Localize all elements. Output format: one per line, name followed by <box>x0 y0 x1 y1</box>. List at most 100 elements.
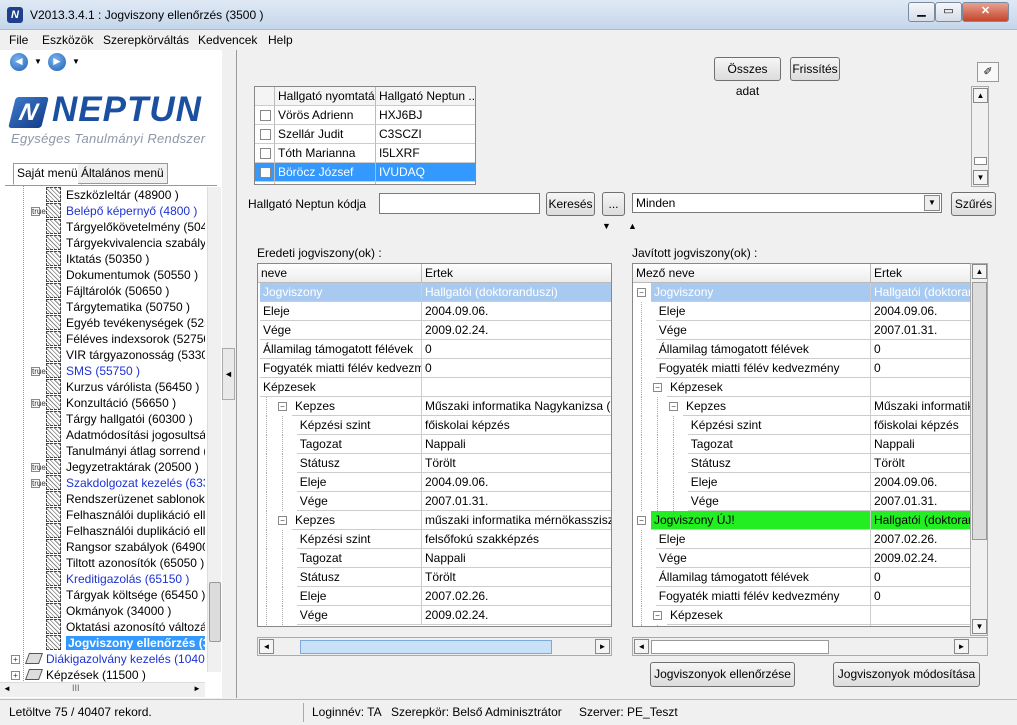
tree-vertical-scrollbar[interactable] <box>207 187 221 672</box>
chevron-down-icon[interactable]: ▼ <box>924 195 940 211</box>
tree-item[interactable]: Felhasználói duplikáció ellenő <box>5 507 205 523</box>
row-checkbox-cell[interactable] <box>255 182 275 184</box>
field-value-cell[interactable]: 2004.09.06. <box>871 302 971 321</box>
field-name-cell[interactable]: Államilag támogatott félévek <box>655 340 871 359</box>
field-value-cell[interactable] <box>422 378 611 397</box>
field-name-cell[interactable]: Képzesek <box>260 378 422 397</box>
corrected-grid-horizontal-scrollbar[interactable]: ◄ ► <box>632 637 988 656</box>
tree-scroll-thumb[interactable] <box>209 582 221 642</box>
field-value-cell[interactable]: 2004.09.06. <box>422 473 611 492</box>
field-name-cell[interactable]: Jogviszony <box>260 283 422 302</box>
tree-item[interactable]: Dokumentumok (50550 ) <box>5 267 205 283</box>
field-value-cell[interactable] <box>871 378 971 397</box>
neptun-code-cell[interactable]: IVUDAQ <box>376 163 475 182</box>
field-name-cell[interactable]: Vége <box>296 606 422 625</box>
field-value-cell[interactable]: főiskolai képzés <box>871 416 971 435</box>
field-name-cell[interactable]: Vége <box>687 492 871 511</box>
tree-item[interactable]: VIR tárgyazonosság (53300 ) <box>5 347 205 363</box>
scroll-right-icon[interactable]: ► <box>595 639 610 654</box>
grid-row[interactable]: Képzési szint főiskolai képzés <box>633 416 987 435</box>
grid-row[interactable]: Államilag támogatott félévek 0 <box>258 340 611 359</box>
tree-item[interactable]: Tárgy hallgatói (60300 ) <box>5 411 205 427</box>
frissites-button[interactable]: Frissítés <box>790 57 840 81</box>
field-value-cell[interactable]: műszaki informatika <box>871 625 971 626</box>
student-name-cell[interactable]: Tóth Marianna <box>275 144 376 163</box>
collapse-icon[interactable]: − <box>637 516 646 525</box>
back-arrow-icon[interactable]: ◄ <box>10 53 28 71</box>
tree-item[interactable]: Rangsor szabályok (64900 ) <box>5 539 205 555</box>
scroll-grip-icon[interactable]: III <box>72 683 80 693</box>
osszes-adat-button[interactable]: Összes adat <box>714 57 781 98</box>
filter-select[interactable]: Minden ▼ <box>632 193 942 213</box>
expand-icon[interactable]: true <box>31 207 46 216</box>
szures-button[interactable]: Szűrés <box>951 192 996 216</box>
student-table-scrollbar[interactable]: ▲ ▼ <box>971 86 989 187</box>
row-checkbox-cell[interactable] <box>255 125 275 144</box>
collapse-panel-button[interactable]: ◄ <box>222 348 235 400</box>
field-value-cell[interactable]: Törölt <box>871 454 971 473</box>
row-checkbox-cell[interactable] <box>255 144 275 163</box>
grid-row[interactable]: Eleje 2004.09.06. <box>258 302 611 321</box>
field-value-cell[interactable]: Hallgatói (doktorand <box>871 511 971 530</box>
menu-szerepkorvaltas[interactable]: Szerepkörváltás <box>103 33 189 47</box>
scroll-down-icon[interactable]: ▼ <box>972 619 987 634</box>
grid-row[interactable]: − Jogviszony ÚJ! Hallgatói (doktorand <box>633 511 987 530</box>
grid-row[interactable]: Eleje 2004.09.06. <box>633 302 987 321</box>
row-checkbox-cell[interactable] <box>255 163 275 182</box>
field-value-cell[interactable]: 0 <box>871 340 971 359</box>
tree-item[interactable]: Adatmódosítási jogosultságok <box>5 427 205 443</box>
scroll-up-icon[interactable]: ▲ <box>972 264 987 279</box>
field-value-cell[interactable]: 2007.02.26. <box>422 587 611 606</box>
field-name-cell[interactable]: Tagozat <box>296 435 422 454</box>
grid-row[interactable]: − Kepzes Műszaki informatika Nagykanizsa (… <box>258 397 611 416</box>
scroll-thumb[interactable] <box>300 640 552 654</box>
student-name-cell[interactable]: Szellár Judit <box>275 125 376 144</box>
field-value-cell[interactable]: 0 <box>871 359 971 378</box>
field-value-cell[interactable]: főiskolai képzés <box>422 416 611 435</box>
field-value-cell[interactable]: 2007.01.31. <box>871 492 971 511</box>
tree-item[interactable]: true Konzultáció (56650 ) <box>5 395 205 411</box>
field-value-cell[interactable]: Nappali <box>422 549 611 568</box>
grid-row[interactable]: Tagozat Nappali <box>258 549 611 568</box>
tree-item[interactable]: Kurzus várólista (56450 ) <box>5 379 205 395</box>
field-name-cell[interactable]: Fogyaték miatti félév kedvezmény <box>260 359 422 378</box>
neptun-code-cell[interactable]: C3SCZI <box>376 125 475 144</box>
splitter-down-icon[interactable]: ▼ <box>602 222 611 231</box>
checkbox[interactable] <box>260 148 271 159</box>
tree-item[interactable]: Felhasználói duplikáció ellenő <box>5 523 205 539</box>
checkbox[interactable] <box>260 129 271 140</box>
grid-row[interactable]: Eleje 2007.02.26. <box>258 587 611 606</box>
collapse-icon[interactable]: − <box>669 402 678 411</box>
tree-item[interactable]: Egyéb tevékenységek (52550 <box>5 315 205 331</box>
field-value-cell[interactable]: Hallgatói (doktorand <box>871 283 971 302</box>
expand-icon[interactable]: true <box>31 399 46 408</box>
grid-row[interactable]: Államilag támogatott félévek 0 <box>633 568 987 587</box>
field-name-cell[interactable]: Államilag támogatott félévek <box>655 568 871 587</box>
field-name-cell[interactable]: Államilag támogatott félévek <box>260 340 422 359</box>
grid-row[interactable]: Vége 2009.02.24. <box>258 606 611 625</box>
field-name-cell[interactable]: Eleje <box>296 587 422 606</box>
grid-row[interactable]: Vége 2007.01.31. <box>258 492 611 511</box>
field-value-cell[interactable]: 2009.02.24. <box>422 321 611 340</box>
grid-row[interactable]: Tagozat Nappali <box>633 435 987 454</box>
column-header-value[interactable]: Ertek <box>871 264 971 283</box>
menu-eszkozok[interactable]: Eszközök <box>42 33 93 47</box>
tree-item[interactable]: Tárgyekvivalencia szabályok <box>5 235 205 251</box>
field-value-cell[interactable]: 0 <box>871 568 971 587</box>
student-name-cell[interactable]: Vörös Adrienn <box>275 106 376 125</box>
field-value-cell[interactable]: 2007.01.31. <box>422 492 611 511</box>
grid-row[interactable]: Tagozat Nappali <box>258 435 611 454</box>
field-name-cell[interactable]: Jogviszony ÚJ! <box>651 511 871 530</box>
field-value-cell[interactable]: Műszaki informatika <box>871 397 971 416</box>
field-name-cell[interactable]: Képzesek <box>667 378 871 397</box>
grid-row[interactable]: − Képzesek <box>633 378 987 397</box>
tree-item[interactable]: Okmányok (34000 ) <box>5 603 205 619</box>
tree-item[interactable]: true Szakdolgozat kezelés (63300 <box>5 475 205 491</box>
menu-help[interactable]: Help <box>268 33 293 47</box>
field-name-cell[interactable]: Eleje <box>655 302 871 321</box>
field-name-cell[interactable]: Képzési szint <box>296 530 422 549</box>
check-relations-button[interactable]: Jogviszonyok ellenőrzése <box>650 662 795 687</box>
field-name-cell[interactable]: Vége <box>296 492 422 511</box>
grid-row[interactable]: −Kepzesműszaki informatika mérnökasszisz… <box>258 511 611 530</box>
tree-item[interactable]: + Diákigazolvány kezelés (10400 ) <box>5 651 205 667</box>
